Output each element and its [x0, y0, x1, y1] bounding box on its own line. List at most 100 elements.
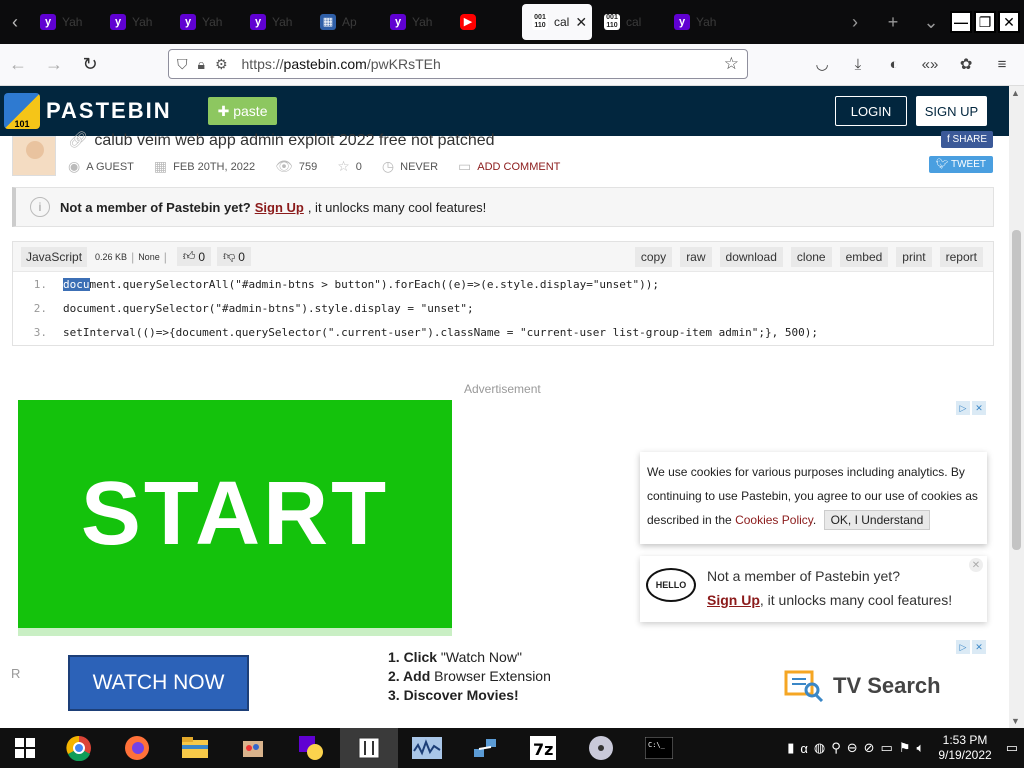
downvote-button[interactable]: 👎︎ 0: [217, 247, 251, 266]
tab-yahoo-3[interactable]: y Yah: [170, 0, 240, 44]
embed-button[interactable]: embed: [839, 246, 889, 267]
downloads-icon[interactable]: ⤓: [842, 49, 874, 79]
ad-close-icon[interactable]: ✕: [972, 640, 986, 654]
lock-icon[interactable]: 🔒︎: [198, 56, 205, 73]
volume-icon[interactable]: 🔈︎: [917, 740, 925, 756]
shield-icon[interactable]: ⛉: [177, 56, 188, 73]
hello-signup-popup: HELLO Not a member of Pastebin yet? Sign…: [640, 556, 987, 622]
login-button[interactable]: LOGIN: [835, 96, 907, 126]
tabs-scroll-left-icon[interactable]: ‹: [0, 0, 30, 44]
firefox-icon[interactable]: [108, 728, 166, 768]
windows-start-icon[interactable]: [0, 728, 50, 768]
extension-icon[interactable]: «»: [914, 49, 946, 79]
scrollbar-thumb[interactable]: [1012, 230, 1021, 550]
copy-button[interactable]: copy: [634, 246, 673, 267]
page-scrollbar[interactable]: ▲ ▼: [1009, 86, 1024, 728]
ad-close-icon[interactable]: ✕: [972, 401, 986, 415]
address-bar[interactable]: ⛉ 🔒︎ ⚙ https://pastebin.com/pwKRsTEh ☆: [168, 49, 748, 79]
hello-close-icon[interactable]: ✕: [969, 558, 983, 572]
taskbar: 7z C:\_ ▮ α ◍ ⚲ ⊖ ⊘ ▭ ⚑ 🔈︎ 1:53 PM 9/19/…: [0, 728, 1024, 768]
dvd-icon[interactable]: [572, 728, 630, 768]
share-button[interactable]: f SHARE: [940, 131, 993, 148]
adchoices[interactable]: ▷ ✕: [956, 640, 988, 654]
tab-yahoo-6[interactable]: y Yah: [664, 0, 734, 44]
clock[interactable]: 1:53 PM 9/19/2022: [938, 733, 991, 763]
tray-search-icon[interactable]: ⚲: [831, 740, 841, 756]
brand-name[interactable]: PASTEBIN: [46, 98, 172, 124]
reload-icon[interactable]: ↻: [72, 49, 108, 81]
tray-alpha-icon[interactable]: α: [800, 741, 808, 756]
raw-button[interactable]: raw: [680, 246, 712, 267]
terminal-icon[interactable]: C:\_: [630, 728, 688, 768]
tray-minus-icon[interactable]: ⊖: [847, 740, 858, 756]
print-button[interactable]: print: [896, 246, 932, 267]
star-icon[interactable]: ☆: [337, 158, 350, 175]
waveform-app-icon[interactable]: [398, 728, 456, 768]
watch-now-button[interactable]: WATCH NOW: [68, 655, 249, 711]
network-app-icon[interactable]: [456, 728, 514, 768]
forward-icon[interactable]: →: [36, 49, 72, 81]
notice-signup-link[interactable]: Sign Up: [255, 200, 304, 215]
tabs-scroll-right-icon[interactable]: ›: [836, 0, 874, 44]
url-text[interactable]: https://pastebin.com/pwKRsTEh: [242, 56, 441, 72]
start-ad-banner[interactable]: START: [18, 400, 452, 628]
start-ad-text: START: [80, 463, 390, 564]
yahoo-messenger-icon[interactable]: [282, 728, 340, 768]
container-icon[interactable]: ◐: [878, 49, 910, 79]
upvote-button[interactable]: 👍︎ 0: [176, 247, 212, 266]
tab-yahoo-4[interactable]: y Yah: [240, 0, 310, 44]
file-explorer-icon[interactable]: [166, 728, 224, 768]
tab-pastebin-2[interactable]: 001 110 cal: [594, 0, 664, 44]
pastebin-logo-icon[interactable]: 101: [4, 93, 40, 129]
tray-flag-icon[interactable]: ⚑: [899, 740, 911, 756]
close-tab-icon[interactable]: ✕: [575, 14, 587, 31]
back-icon[interactable]: ←: [0, 49, 36, 81]
menu-icon[interactable]: ≡: [986, 49, 1018, 79]
minimize-icon[interactable]: —: [950, 11, 972, 33]
scroll-up-icon[interactable]: ▲: [1011, 88, 1020, 98]
audio-mixer-icon[interactable]: [340, 728, 398, 768]
code-line-text[interactable]: document.querySelectorAll("#admin-btns >…: [55, 277, 659, 291]
adchoices-icon[interactable]: ▷: [956, 640, 970, 654]
tab-yahoo-5[interactable]: y Yah: [380, 0, 450, 44]
cookies-policy-link[interactable]: Cookies Policy: [735, 513, 813, 527]
code-line-text[interactable]: document.querySelector("#admin-btns").st…: [55, 302, 474, 315]
cookie-ok-button[interactable]: OK, I Understand: [823, 510, 931, 530]
adchoices-icon[interactable]: ▷: [956, 401, 970, 415]
tray-window-icon[interactable]: ▭: [881, 740, 893, 756]
report-button[interactable]: report: [939, 246, 983, 267]
tab-yahoo-1[interactable]: y Yah: [30, 0, 100, 44]
7zip-icon[interactable]: 7z: [514, 728, 572, 768]
notifications-icon[interactable]: ▭: [1006, 740, 1018, 756]
list-tabs-icon[interactable]: ⌄: [912, 0, 950, 44]
adchoices[interactable]: ▷ ✕: [956, 401, 988, 415]
code-line-text[interactable]: setInterval(()=>{document.querySelector(…: [55, 326, 818, 339]
language-badge[interactable]: JavaScript: [21, 246, 88, 267]
paste-button[interactable]: ✚ paste: [207, 97, 278, 125]
close-window-icon[interactable]: ✕: [998, 11, 1020, 33]
new-tab-icon[interactable]: +: [874, 0, 912, 44]
clone-button[interactable]: clone: [790, 246, 832, 267]
tray-blocked-icon[interactable]: ⊘: [864, 740, 875, 756]
add-comment-link[interactable]: ADD COMMENT: [477, 161, 560, 173]
download-button[interactable]: download: [719, 246, 783, 267]
hello-signup-link[interactable]: Sign Up: [707, 592, 760, 608]
tab-pastebin-active[interactable]: 001 110 cal ✕: [522, 4, 592, 40]
signup-button[interactable]: SIGN UP: [916, 96, 987, 126]
tab-yahoo-2[interactable]: y Yah: [100, 0, 170, 44]
pocket-icon[interactable]: ◡: [806, 49, 838, 79]
chrome-icon[interactable]: [50, 728, 108, 768]
addon-icon[interactable]: ✿: [950, 49, 982, 79]
paint-icon[interactable]: [224, 728, 282, 768]
tab-app[interactable]: ▦ Ap: [310, 0, 380, 44]
tab-youtube[interactable]: ▶: [450, 0, 520, 44]
maximize-icon[interactable]: ❐: [974, 11, 996, 33]
bookmark-star-icon[interactable]: ☆: [724, 54, 739, 74]
svg-text:7z: 7z: [533, 740, 553, 759]
tray-chart-icon[interactable]: ▮: [787, 740, 794, 756]
permissions-icon[interactable]: ⚙: [215, 56, 228, 73]
tweet-button[interactable]: 🐦︎ TWEET: [928, 156, 993, 173]
code-content[interactable]: 1. document.querySelectorAll("#admin-btns…: [13, 272, 993, 344]
scroll-down-icon[interactable]: ▼: [1011, 716, 1020, 726]
tray-globe-icon[interactable]: ◍: [814, 740, 825, 756]
